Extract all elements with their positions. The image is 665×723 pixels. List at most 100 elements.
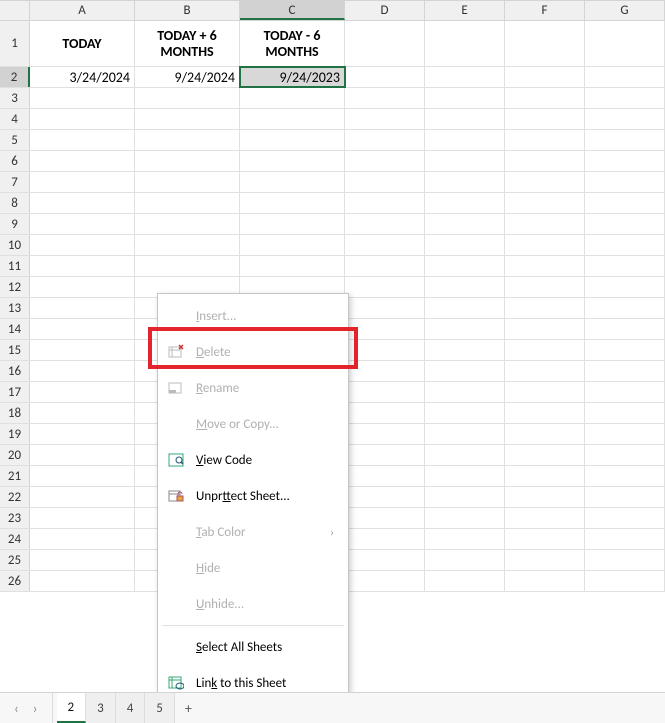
cell[interactable] — [135, 235, 240, 255]
col-header-a[interactable]: A — [30, 1, 135, 20]
ctx-select-all-sheets[interactable]: Select All Sheets — [158, 629, 348, 665]
cell[interactable] — [425, 235, 505, 255]
cell[interactable] — [345, 298, 425, 318]
row-header-23[interactable]: 23 — [0, 508, 30, 528]
cell[interactable] — [135, 193, 240, 213]
ctx-move-copy[interactable]: Move or Copy... — [158, 406, 348, 442]
cell[interactable] — [425, 403, 505, 423]
cell[interactable] — [345, 151, 425, 171]
cell[interactable] — [585, 382, 665, 402]
cell[interactable] — [505, 277, 585, 297]
new-sheet-button[interactable]: + — [175, 700, 202, 717]
cell[interactable] — [425, 424, 505, 444]
cell[interactable] — [30, 508, 135, 528]
col-header-g[interactable]: G — [585, 1, 665, 20]
cell-d2[interactable] — [345, 67, 425, 87]
cell-f2[interactable] — [505, 67, 585, 87]
cell[interactable] — [425, 214, 505, 234]
row-header-3[interactable]: 3 — [0, 88, 30, 108]
row-header-26[interactable]: 26 — [0, 571, 30, 591]
cell[interactable] — [345, 340, 425, 360]
ctx-delete[interactable]: Delete — [158, 334, 348, 370]
row-header-5[interactable]: 5 — [0, 130, 30, 150]
row-header-12[interactable]: 12 — [0, 277, 30, 297]
cell[interactable] — [585, 256, 665, 276]
col-header-d[interactable]: D — [345, 1, 425, 20]
cell[interactable] — [30, 151, 135, 171]
cell[interactable] — [505, 214, 585, 234]
cell[interactable] — [585, 298, 665, 318]
cell[interactable] — [30, 172, 135, 192]
cell[interactable] — [505, 403, 585, 423]
cell[interactable] — [30, 193, 135, 213]
cell-g2[interactable] — [585, 67, 665, 87]
cell[interactable] — [425, 319, 505, 339]
select-all-corner[interactable] — [0, 1, 30, 20]
cell[interactable] — [505, 508, 585, 528]
cell[interactable] — [425, 550, 505, 570]
cell[interactable] — [425, 571, 505, 591]
cell[interactable] — [425, 130, 505, 150]
cell[interactable] — [425, 277, 505, 297]
sheet-tab[interactable]: 5 — [145, 693, 175, 723]
cell-d1[interactable] — [345, 21, 425, 66]
cell[interactable] — [345, 550, 425, 570]
cell[interactable] — [425, 361, 505, 381]
col-header-e[interactable]: E — [425, 1, 505, 20]
row-header-4[interactable]: 4 — [0, 109, 30, 129]
cell[interactable] — [425, 340, 505, 360]
cell-f1[interactable] — [505, 21, 585, 66]
cell[interactable] — [505, 361, 585, 381]
cell[interactable] — [585, 361, 665, 381]
cell[interactable] — [345, 466, 425, 486]
row-header-16[interactable]: 16 — [0, 361, 30, 381]
cell[interactable] — [585, 277, 665, 297]
cell[interactable] — [505, 151, 585, 171]
tab-nav-next[interactable]: › — [33, 700, 38, 717]
cell[interactable] — [345, 508, 425, 528]
cell[interactable] — [505, 466, 585, 486]
cell[interactable] — [30, 235, 135, 255]
cell[interactable] — [425, 298, 505, 318]
row-header-2[interactable]: 2 — [0, 67, 30, 87]
cell-a1[interactable]: TODAY — [30, 21, 135, 66]
row-header-6[interactable]: 6 — [0, 151, 30, 171]
cell-b2[interactable]: 9/24/2024 — [135, 67, 240, 87]
cell[interactable] — [505, 193, 585, 213]
cell[interactable] — [30, 361, 135, 381]
cell[interactable] — [345, 172, 425, 192]
ctx-unhide[interactable]: Unhide... — [158, 586, 348, 622]
cell[interactable] — [135, 172, 240, 192]
cell[interactable] — [345, 571, 425, 591]
cell[interactable] — [505, 298, 585, 318]
spreadsheet-grid[interactable]: A B C D E F G 1 TODAY TODAY + 6 MONTHS T… — [0, 0, 665, 692]
row-header-25[interactable]: 25 — [0, 550, 30, 570]
ctx-rename[interactable]: Rename — [158, 370, 348, 406]
cell[interactable] — [240, 88, 345, 108]
cell[interactable] — [585, 424, 665, 444]
cell[interactable] — [345, 529, 425, 549]
cell-a2[interactable]: 3/24/2024 — [30, 67, 135, 87]
cell[interactable] — [135, 256, 240, 276]
row-header-22[interactable]: 22 — [0, 487, 30, 507]
cell[interactable] — [505, 529, 585, 549]
cell[interactable] — [585, 151, 665, 171]
row-header-9[interactable]: 9 — [0, 214, 30, 234]
cell[interactable] — [425, 172, 505, 192]
sheet-tab[interactable]: 4 — [116, 693, 146, 723]
cell[interactable] — [425, 466, 505, 486]
cell[interactable] — [30, 298, 135, 318]
cell[interactable] — [30, 319, 135, 339]
cell[interactable] — [505, 445, 585, 465]
cell[interactable] — [30, 130, 135, 150]
cell[interactable] — [345, 88, 425, 108]
cell[interactable] — [505, 550, 585, 570]
cell[interactable] — [585, 571, 665, 591]
cell[interactable] — [585, 214, 665, 234]
col-header-c[interactable]: C — [240, 1, 345, 20]
cell[interactable] — [585, 487, 665, 507]
row-header-7[interactable]: 7 — [0, 172, 30, 192]
cell[interactable] — [345, 319, 425, 339]
cell[interactable] — [425, 487, 505, 507]
cell[interactable] — [135, 151, 240, 171]
